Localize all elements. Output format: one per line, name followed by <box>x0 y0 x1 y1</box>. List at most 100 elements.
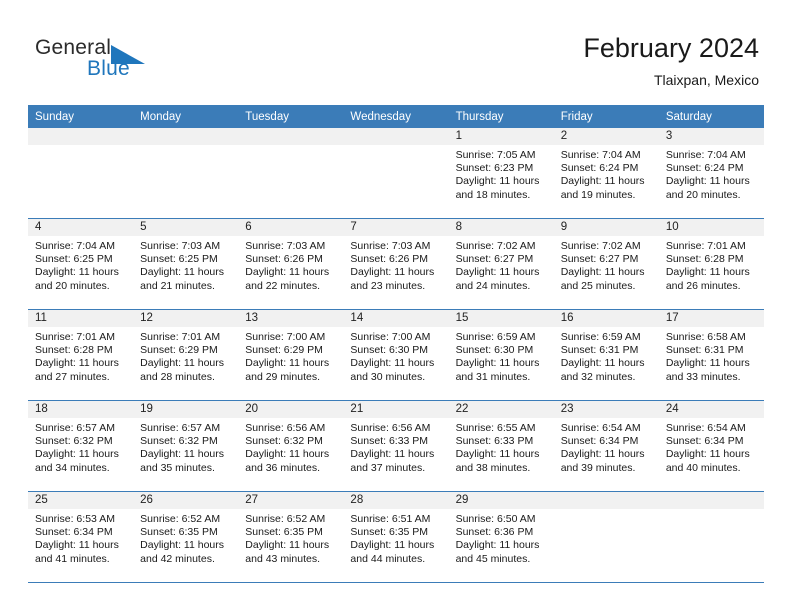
day-number: 17 <box>658 310 764 327</box>
daylight-text-line2: and 37 minutes. <box>350 461 426 474</box>
day-details: Sunrise: 7:05 AM Sunset: 6:23 PM Daylight:… <box>449 145 554 202</box>
brand-name-blue: Blue <box>87 57 130 80</box>
daylight-text-line1: Daylight: 11 hours <box>350 266 435 279</box>
day-number <box>238 128 344 145</box>
daylight-text-line2: and 40 minutes. <box>665 461 741 474</box>
day-number: 3 <box>658 128 764 145</box>
calendar-cell: 14 Sunrise: 7:00 AM Sunset: 6:30 PM Dayligh… <box>343 309 449 401</box>
sunrise-text: Sunrise: 6:54 AM <box>665 422 746 434</box>
calendar-day[interactable]: 2 Sunrise: 7:04 AM Sunset: 6:24 PM Daylight… <box>553 128 659 216</box>
day-details: Sunrise: 7:01 AM Sunset: 6:28 PM Daylight:… <box>659 236 764 293</box>
calendar-day[interactable]: 22 Sunrise: 6:55 AM Sunset: 6:33 PM Dayligh… <box>448 401 554 489</box>
calendar-cell: 18 Sunrise: 6:57 AM Sunset: 6:32 PM Dayligh… <box>28 400 134 492</box>
calendar-day[interactable]: 3 Sunrise: 7:04 AM Sunset: 6:24 PM Daylight… <box>658 128 764 216</box>
calendar-day[interactable]: 28 Sunrise: 6:51 AM Sunset: 6:35 PM Dayligh… <box>343 492 449 580</box>
brand-logo[interactable]: General Blue <box>35 36 215 88</box>
daylight-text-line2: and 20 minutes. <box>665 188 741 201</box>
calendar-cell <box>238 128 344 219</box>
calendar-day[interactable]: 26 Sunrise: 6:52 AM Sunset: 6:35 PM Dayligh… <box>133 492 239 580</box>
daylight-text-line1: Daylight: 11 hours <box>140 266 224 279</box>
calendar-cell: 13 Sunrise: 7:00 AM Sunset: 6:29 PM Dayligh… <box>238 309 344 401</box>
calendar-day[interactable]: 15 Sunrise: 6:59 AM Sunset: 6:30 PM Dayligh… <box>448 310 554 398</box>
weekday-header-saturday: Saturday <box>658 105 764 128</box>
calendar-week-row: 11 Sunrise: 7:01 AM Sunset: 6:28 PM Dayligh… <box>28 309 764 401</box>
sunrise-text: Sunrise: 7:02 AM <box>560 240 641 252</box>
daylight-text-line1: Daylight: 11 hours <box>245 357 330 370</box>
calendar-cell: 29 Sunrise: 6:50 AM Sunset: 6:36 PM Dayligh… <box>448 491 554 583</box>
calendar-day[interactable]: 14 Sunrise: 7:00 AM Sunset: 6:30 PM Dayligh… <box>343 310 449 398</box>
calendar-day[interactable]: 7 Sunrise: 7:03 AM Sunset: 6:26 PM Daylight… <box>343 219 449 307</box>
calendar-day[interactable]: 5 Sunrise: 7:03 AM Sunset: 6:25 PM Daylight… <box>133 219 239 307</box>
calendar-cell <box>658 491 764 583</box>
calendar-day[interactable]: 27 Sunrise: 6:52 AM Sunset: 6:35 PM Dayligh… <box>238 492 344 580</box>
calendar-day[interactable]: 25 Sunrise: 6:53 AM Sunset: 6:34 PM Dayligh… <box>28 492 134 580</box>
calendar-cell: 21 Sunrise: 6:56 AM Sunset: 6:33 PM Dayligh… <box>343 400 449 492</box>
day-details: Sunrise: 6:59 AM Sunset: 6:31 PM Daylight:… <box>554 327 659 384</box>
sunset-text: Sunset: 6:31 PM <box>560 344 639 357</box>
calendar-day[interactable]: 11 Sunrise: 7:01 AM Sunset: 6:28 PM Dayligh… <box>28 310 134 398</box>
daylight-text-line2: and 41 minutes. <box>35 552 110 565</box>
calendar-day[interactable]: 19 Sunrise: 6:57 AM Sunset: 6:32 PM Dayligh… <box>133 401 239 489</box>
sunset-text: Sunset: 6:28 PM <box>35 344 113 357</box>
calendar-day[interactable]: 13 Sunrise: 7:00 AM Sunset: 6:29 PM Dayligh… <box>238 310 344 398</box>
sunrise-text: Sunrise: 7:03 AM <box>245 240 326 252</box>
daylight-text-line1: Daylight: 11 hours <box>665 448 750 461</box>
calendar-day[interactable]: 1 Sunrise: 7:05 AM Sunset: 6:23 PM Daylight… <box>448 128 554 216</box>
sunset-text: Sunset: 6:25 PM <box>140 253 218 266</box>
day-number: 22 <box>448 401 554 418</box>
calendar-day[interactable]: 23 Sunrise: 6:54 AM Sunset: 6:34 PM Dayligh… <box>553 401 659 489</box>
daylight-text-line2: and 25 minutes. <box>560 279 636 292</box>
calendar-day[interactable]: 9 Sunrise: 7:02 AM Sunset: 6:27 PM Daylight… <box>553 219 659 307</box>
calendar-cell: 27 Sunrise: 6:52 AM Sunset: 6:35 PM Dayligh… <box>238 491 344 583</box>
calendar-day[interactable]: 8 Sunrise: 7:02 AM Sunset: 6:27 PM Daylight… <box>448 219 554 307</box>
sunset-text: Sunset: 6:34 PM <box>560 435 639 448</box>
page-title: February 2024 <box>583 33 759 63</box>
daylight-text-line1: Daylight: 11 hours <box>665 175 750 188</box>
calendar-cell <box>343 128 449 219</box>
calendar-day[interactable]: 20 Sunrise: 6:56 AM Sunset: 6:32 PM Dayligh… <box>238 401 344 489</box>
calendar-day-empty <box>343 128 449 216</box>
day-number: 1 <box>448 128 554 145</box>
calendar-day-empty <box>658 492 764 580</box>
weekday-header-monday: Monday <box>133 105 239 128</box>
sunrise-text: Sunrise: 6:52 AM <box>140 513 221 525</box>
sunset-text: Sunset: 6:30 PM <box>455 344 534 357</box>
day-number: 13 <box>238 310 344 327</box>
calendar-day[interactable]: 16 Sunrise: 6:59 AM Sunset: 6:31 PM Dayligh… <box>553 310 659 398</box>
daylight-text-line1: Daylight: 11 hours <box>350 539 435 552</box>
daylight-text-line2: and 38 minutes. <box>455 461 531 474</box>
calendar-cell: 7 Sunrise: 7:03 AM Sunset: 6:26 PM Daylight… <box>343 218 449 310</box>
calendar-day[interactable]: 24 Sunrise: 6:54 AM Sunset: 6:34 PM Dayligh… <box>658 401 764 489</box>
day-number: 29 <box>448 492 554 509</box>
day-number <box>28 128 134 145</box>
calendar-day-empty <box>238 128 344 216</box>
calendar-day[interactable]: 21 Sunrise: 6:56 AM Sunset: 6:33 PM Dayligh… <box>343 401 449 489</box>
daylight-text-line1: Daylight: 11 hours <box>455 539 540 552</box>
daylight-text-line2: and 22 minutes. <box>245 279 320 292</box>
day-details: Sunrise: 6:56 AM Sunset: 6:32 PM Daylight:… <box>238 418 343 475</box>
daylight-text-line1: Daylight: 11 hours <box>140 357 224 370</box>
calendar-day[interactable]: 12 Sunrise: 7:01 AM Sunset: 6:29 PM Dayligh… <box>133 310 239 398</box>
day-number: 25 <box>28 492 134 509</box>
calendar-day[interactable]: 18 Sunrise: 6:57 AM Sunset: 6:32 PM Dayligh… <box>28 401 134 489</box>
day-number: 28 <box>343 492 449 509</box>
sunset-text: Sunset: 6:36 PM <box>455 526 534 539</box>
daylight-text-line2: and 23 minutes. <box>350 279 426 292</box>
sunset-text: Sunset: 6:32 PM <box>245 435 323 448</box>
sunset-text: Sunset: 6:35 PM <box>140 526 218 539</box>
calendar-cell: 16 Sunrise: 6:59 AM Sunset: 6:31 PM Dayligh… <box>553 309 659 401</box>
sunrise-text: Sunrise: 7:05 AM <box>455 149 536 161</box>
calendar-day[interactable]: 29 Sunrise: 6:50 AM Sunset: 6:36 PM Dayligh… <box>448 492 554 580</box>
calendar-cell: 15 Sunrise: 6:59 AM Sunset: 6:30 PM Dayligh… <box>448 309 554 401</box>
daylight-text-line2: and 36 minutes. <box>245 461 320 474</box>
daylight-text-line2: and 39 minutes. <box>560 461 636 474</box>
calendar-day[interactable]: 4 Sunrise: 7:04 AM Sunset: 6:25 PM Daylight… <box>28 219 134 307</box>
day-details: Sunrise: 6:54 AM Sunset: 6:34 PM Daylight:… <box>659 418 764 475</box>
calendar-day[interactable]: 6 Sunrise: 7:03 AM Sunset: 6:26 PM Daylight… <box>238 219 344 307</box>
calendar-week-row: 4 Sunrise: 7:04 AM Sunset: 6:25 PM Daylight… <box>28 218 764 310</box>
calendar-week-row: 18 Sunrise: 6:57 AM Sunset: 6:32 PM Dayligh… <box>28 400 764 492</box>
calendar-day[interactable]: 10 Sunrise: 7:01 AM Sunset: 6:28 PM Dayligh… <box>658 219 764 307</box>
calendar-week-row: 1 Sunrise: 7:05 AM Sunset: 6:23 PM Daylight… <box>28 128 764 219</box>
daylight-text-line1: Daylight: 11 hours <box>140 448 224 461</box>
calendar-day[interactable]: 17 Sunrise: 6:58 AM Sunset: 6:31 PM Dayligh… <box>658 310 764 398</box>
